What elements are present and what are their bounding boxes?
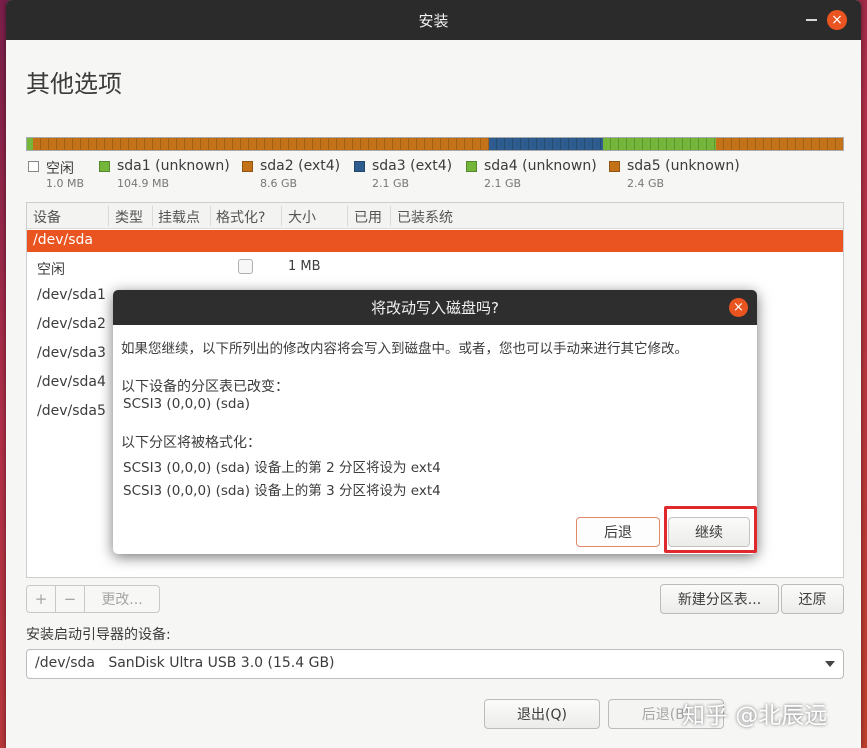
dialog-back-button[interactable]: 后退 — [576, 517, 660, 547]
row-device: /dev/sda1 — [37, 287, 106, 303]
legend-sda3: sda3 (ext4) 2.1 GB — [354, 158, 464, 198]
row-device: /dev/sda — [33, 232, 93, 248]
row-device: /dev/sda4 — [37, 374, 106, 390]
col-divider — [281, 206, 282, 226]
legend-sda1: sda1 (unknown) 104.9 MB — [99, 158, 234, 198]
legend-name: sda1 (unknown) — [117, 158, 230, 174]
row-device: /dev/sda2 — [37, 316, 106, 332]
col-device[interactable]: 设备 — [33, 207, 61, 227]
legend-size: 2.1 GB — [372, 177, 410, 190]
bootloader-description: SanDisk Ultra USB 3.0 (15.4 GB) — [108, 655, 335, 671]
legend-sda2: sda2 (ext4) 8.6 GB — [242, 158, 352, 198]
window-title: 安装 — [418, 11, 449, 30]
row-size: 1 MB — [288, 259, 321, 274]
legend-size: 8.6 GB — [260, 177, 298, 190]
table-header: 设备 类型 挂载点 格式化? 大小 已用 已装系统 — [27, 203, 843, 229]
dropdown-arrow-icon — [825, 661, 835, 667]
continue-highlight-annotation — [664, 506, 757, 553]
dialog-title: 将改动写入磁盘吗? — [371, 299, 499, 317]
col-divider — [152, 206, 153, 226]
col-mount[interactable]: 挂载点 — [158, 207, 200, 227]
page-title: 其他选项 — [26, 70, 122, 98]
dialog-table-changed-heading: 以下设备的分区表已改变： — [121, 379, 289, 395]
bootloader-label: 安装启动引导器的设备: — [26, 627, 171, 643]
minimize-icon[interactable] — [806, 19, 817, 21]
col-used[interactable]: 已用 — [354, 207, 382, 227]
bootloader-value: /dev/sda SanDisk Ultra USB 3.0 (15.4 GB) — [35, 655, 335, 671]
legend-free: 空闲 1.0 MB — [28, 158, 98, 198]
add-partition-button[interactable]: + — [27, 586, 55, 612]
bootloader-device: /dev/sda — [35, 655, 95, 671]
col-type[interactable]: 类型 — [115, 207, 143, 227]
row-device: /dev/sda5 — [37, 403, 106, 419]
dialog-close-icon[interactable]: × — [729, 298, 748, 317]
disk-seg-sda3 — [489, 138, 603, 150]
col-format[interactable]: 格式化? — [216, 207, 265, 227]
legend-swatch — [99, 161, 110, 172]
watermark: 知乎 @北辰远 — [682, 703, 828, 729]
legend-name: sda5 (unknown) — [627, 158, 740, 174]
change-partition-button[interactable]: 更改... — [85, 586, 159, 612]
legend-swatch — [242, 161, 253, 172]
legend-sda5: sda5 (unknown) 2.4 GB — [609, 158, 744, 198]
dialog-intro: 如果您继续，以下所列出的修改内容将会写入到磁盘中。或者，您也可以手动来进行其它修… — [121, 341, 688, 357]
table-row[interactable]: 空闲 1 MB — [27, 253, 843, 282]
table-row-selected[interactable]: /dev/sda — [27, 230, 843, 252]
remove-partition-button[interactable]: − — [56, 586, 84, 612]
legend-size: 1.0 MB — [46, 177, 85, 190]
legend-swatch — [354, 161, 365, 172]
disk-seg-sda4 — [603, 138, 716, 150]
dialog-format-line: SCSI3 (0,0,0) (sda) 设备上的第 2 分区将设为 ext4 — [123, 460, 441, 476]
col-size[interactable]: 大小 — [288, 207, 316, 227]
disk-usage-bar — [26, 137, 844, 151]
window-titlebar: 安装 × — [6, 0, 861, 40]
write-changes-dialog: 将改动写入磁盘吗? × 如果您继续，以下所列出的修改内容将会写入到磁盘中。或者，… — [113, 290, 757, 554]
legend-name: sda3 (ext4) — [372, 158, 453, 174]
legend-size: 2.4 GB — [627, 177, 665, 190]
legend-size: 104.9 MB — [117, 177, 170, 190]
dialog-table-changed-device: SCSI3 (0,0,0) (sda) — [123, 396, 251, 412]
revert-button[interactable]: 还原 — [781, 584, 844, 614]
col-divider — [390, 206, 391, 226]
dialog-header: 将改动写入磁盘吗? × — [113, 290, 757, 325]
quit-button[interactable]: 退出(Q) — [484, 699, 600, 729]
legend-name: 空闲 — [46, 161, 74, 177]
window-close-icon[interactable]: × — [827, 10, 847, 30]
legend-swatch — [466, 161, 477, 172]
legend-size: 2.1 GB — [484, 177, 522, 190]
partition-controls: + − 更改... — [26, 585, 160, 613]
legend-sda4: sda4 (unknown) 2.1 GB — [466, 158, 601, 198]
legend-swatch — [28, 161, 39, 172]
disk-seg-sda2 — [33, 138, 489, 150]
col-divider — [108, 206, 109, 226]
legend-name: sda4 (unknown) — [484, 158, 597, 174]
row-device: 空闲 — [37, 262, 65, 278]
legend-name: sda2 (ext4) — [260, 158, 341, 174]
format-checkbox[interactable] — [238, 259, 253, 274]
dialog-format-heading: 以下分区将被格式化： — [121, 435, 261, 451]
row-device: /dev/sda3 — [37, 345, 106, 361]
col-divider — [210, 206, 211, 226]
bootloader-device-select[interactable]: /dev/sda SanDisk Ultra USB 3.0 (15.4 GB) — [26, 649, 844, 679]
new-partition-table-button[interactable]: 新建分区表... — [660, 584, 779, 614]
col-divider — [347, 206, 348, 226]
col-installed-os[interactable]: 已装系统 — [397, 207, 453, 227]
legend-swatch — [609, 161, 620, 172]
disk-seg-sda5 — [716, 138, 843, 150]
dialog-format-line: SCSI3 (0,0,0) (sda) 设备上的第 3 分区将设为 ext4 — [123, 483, 441, 499]
